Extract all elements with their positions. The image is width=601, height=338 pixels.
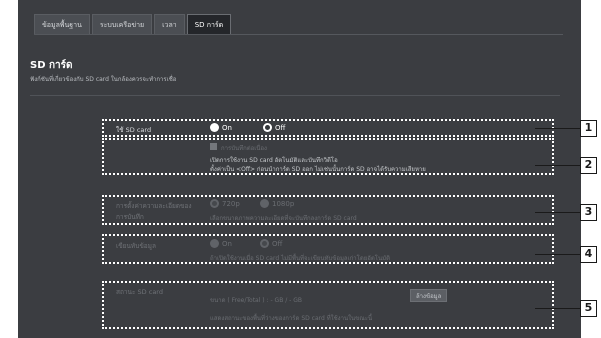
tab-underline — [34, 34, 563, 35]
callout-leader-4 — [535, 254, 580, 255]
overwrite-box: เขียนทับข้อมูล On Off ถ้าเปิดใช้งานเมื่อ… — [102, 234, 554, 264]
resolution-1080p-label: 1080p — [272, 199, 295, 208]
radio-selected-icon — [210, 199, 219, 208]
use-sd-off-radio[interactable]: Off — [263, 123, 285, 132]
page-description: ฟังก์ชันที่เกี่ยวข้องกับ SD card ในกล้อง… — [30, 76, 177, 83]
callout-leader-3 — [535, 212, 580, 213]
sd-status-box: สถานะ SD card ขนาด ( Free/Total ) : - GB… — [102, 281, 554, 329]
resolution-720p-label: 720p — [222, 199, 240, 208]
recording-resolution-label-line2: การบันทึก — [116, 213, 144, 221]
sd-status-label: สถานะ SD card — [116, 288, 163, 296]
tab-basic[interactable]: ข้อมูลพื้นฐาน — [34, 14, 90, 34]
continuous-recording-checkbox[interactable] — [210, 143, 217, 150]
radio-icon — [210, 123, 219, 132]
sd-status-note: แสดงสถานะของพื้นที่ว่างของการ์ด SD card … — [210, 315, 373, 322]
overwrite-on-label: On — [222, 239, 232, 248]
tab-network[interactable]: ระบบเครือข่าย — [91, 14, 153, 34]
callout-5: 5 — [580, 300, 597, 317]
page-title: SD การ์ด — [30, 60, 73, 71]
tab-time[interactable]: เวลา — [154, 14, 185, 34]
overwrite-label: เขียนทับข้อมูล — [116, 242, 156, 250]
radio-selected-icon — [263, 123, 272, 132]
recording-resolution-box: การตั้งค่าความละเอียดของ การบันทึก 720p … — [102, 195, 554, 225]
callout-leader-2 — [535, 165, 580, 166]
overwrite-on-radio[interactable]: On — [210, 239, 232, 248]
callout-4: 4 — [580, 246, 597, 263]
overwrite-off-label: Off — [272, 239, 283, 248]
overwrite-off-radio[interactable]: Off — [260, 239, 282, 248]
section-divider — [30, 95, 560, 96]
use-sd-on-radio[interactable]: On — [210, 123, 232, 132]
sd-note-line2: ตั้งค่าเป็น <Off> ก่อนนำการ์ด SD ออก ไม่… — [210, 166, 426, 173]
radio-selected-icon — [260, 239, 269, 248]
use-sd-off-label: Off — [275, 123, 286, 132]
callout-3: 3 — [580, 204, 597, 221]
continuous-recording-box: การบันทึกต่อเนื่อง เปิดการใช้งาน SD card… — [102, 138, 554, 175]
tab-sd-card[interactable]: SD การ์ด — [186, 14, 232, 34]
use-sd-on-label: On — [222, 123, 232, 132]
callout-leader-5 — [535, 308, 580, 309]
use-sd-card-label: ใช้ SD card — [116, 126, 152, 134]
callout-2: 2 — [580, 157, 597, 174]
continuous-recording-label: การบันทึกต่อเนื่อง — [221, 145, 267, 152]
use-sd-card-box: ใช้ SD card On Off — [102, 119, 554, 137]
overwrite-note: ถ้าเปิดใช้งานเมื่อ SD card ไม่มีพื้นที่จ… — [210, 255, 390, 262]
resolution-1080p-radio[interactable]: 1080p — [260, 199, 294, 208]
settings-panel: ข้อมูลพื้นฐาน ระบบเครือข่าย เวลา SD การ์… — [18, 0, 581, 338]
clear-data-button[interactable]: ล้างข้อมูล — [410, 289, 448, 302]
radio-icon — [260, 199, 269, 208]
sd-size-text: ขนาด ( Free/Total ) : - GB / - GB — [210, 297, 302, 304]
callout-leader-1 — [535, 128, 580, 129]
resolution-720p-radio[interactable]: 720p — [210, 199, 240, 208]
radio-icon — [210, 239, 219, 248]
tab-bar: ข้อมูลพื้นฐาน ระบบเครือข่าย เวลา SD การ์… — [34, 14, 233, 34]
callout-1: 1 — [580, 120, 597, 137]
recording-resolution-note: เลือกขนาดภาพความละเอียดที่จะบันทึกลงการ์… — [210, 215, 357, 222]
recording-resolution-label-line1: การตั้งค่าความละเอียดของ — [116, 202, 192, 210]
